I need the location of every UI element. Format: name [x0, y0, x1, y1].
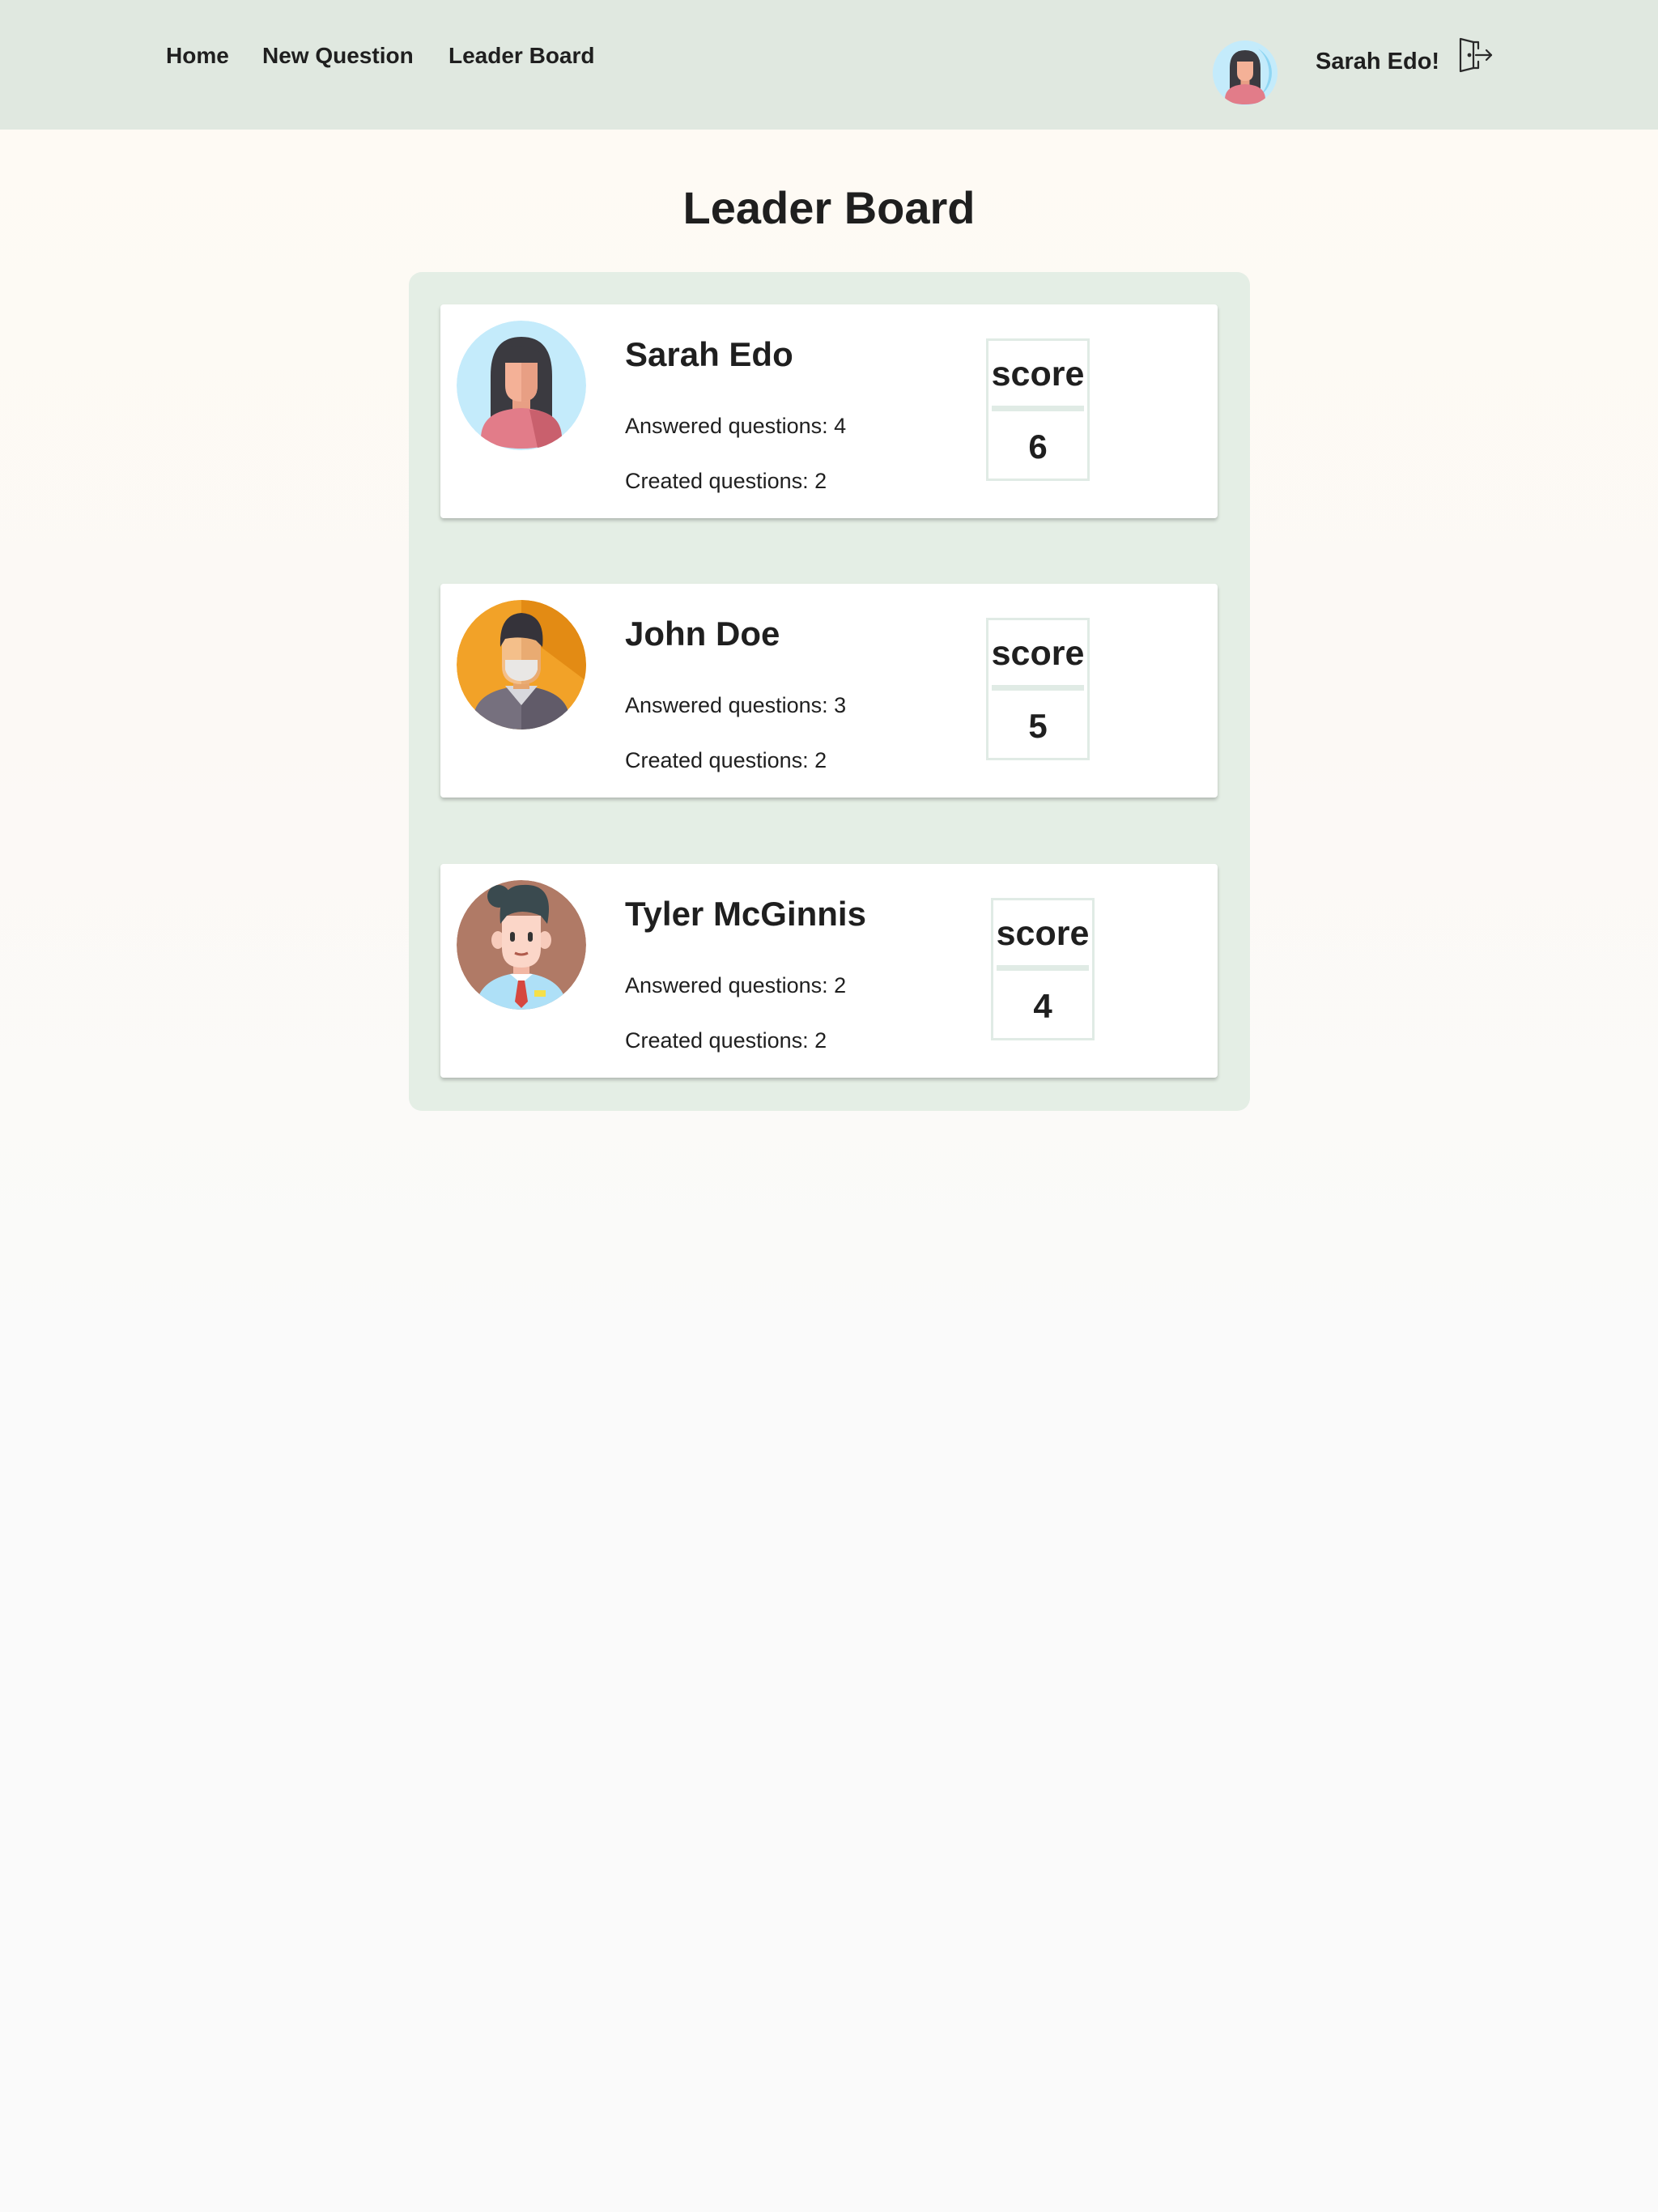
answered-questions: Answered questions: 3: [625, 693, 847, 717]
user-name: John Doe: [625, 615, 780, 653]
created-questions: Created questions: 2: [625, 748, 827, 772]
score-label: score: [991, 355, 1085, 393]
score-value: 6: [1028, 428, 1048, 466]
logout-icon[interactable]: [1457, 37, 1494, 73]
user-greeting: Sarah Edo!: [1316, 49, 1440, 74]
user-name: Tyler McGinnis: [625, 895, 866, 933]
leaderboard-panel: Sarah Edo Answered questions: 4 Created …: [409, 272, 1250, 1111]
leaderboard-card: Sarah Edo Answered questions: 4 Created …: [440, 304, 1218, 518]
score-value: 4: [1033, 987, 1052, 1025]
score-divider: [992, 406, 1084, 411]
score-box: score 4: [991, 898, 1095, 1040]
leaderboard-card: Tyler McGinnis Answered questions: 2 Cre…: [440, 864, 1218, 1078]
answered-questions: Answered questions: 4: [625, 414, 847, 438]
nav-link-home[interactable]: Home: [166, 42, 229, 70]
score-box: score 5: [986, 618, 1090, 760]
score-divider: [997, 965, 1089, 971]
created-questions: Created questions: 2: [625, 469, 827, 493]
score-label: score: [991, 634, 1085, 673]
user-avatar: [457, 321, 586, 450]
leaderboard-card: John Doe Answered questions: 3 Created q…: [440, 584, 1218, 798]
score-box: score 6: [986, 338, 1090, 481]
current-user-avatar: [1213, 40, 1278, 105]
nav-link-leader-board[interactable]: Leader Board: [449, 42, 595, 70]
user-name: Sarah Edo: [625, 335, 793, 373]
nav-link-new-question[interactable]: New Question: [262, 42, 414, 70]
user-avatar: [457, 880, 586, 1010]
user-avatar: [457, 600, 586, 730]
score-divider: [992, 685, 1084, 691]
created-questions: Created questions: 2: [625, 1028, 827, 1053]
answered-questions: Answered questions: 2: [625, 973, 847, 998]
score-label: score: [996, 914, 1090, 953]
score-value: 5: [1028, 707, 1048, 745]
page-title: Leader Board: [682, 182, 976, 233]
top-nav-bar: Home New Question Leader Board Sarah Edo…: [0, 0, 1658, 130]
